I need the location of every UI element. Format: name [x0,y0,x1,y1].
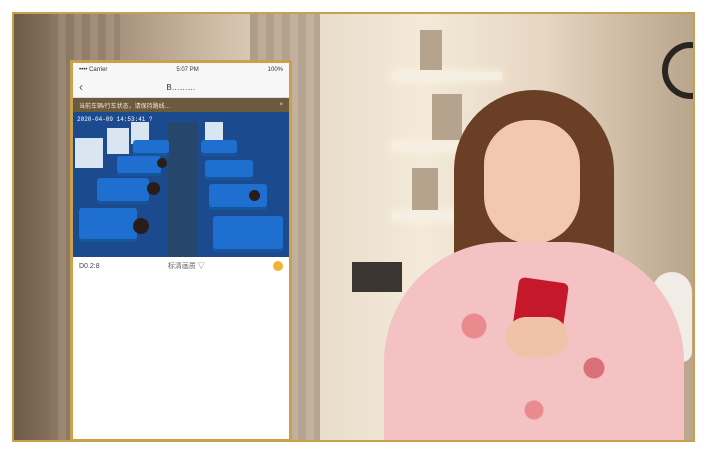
child-passenger [133,218,149,234]
woman-face [484,120,580,244]
shelf-decor [412,168,438,210]
shelf-decor [420,30,442,70]
bus-seat [201,140,237,156]
carrier-label: •••• Carrier [79,67,108,73]
bus-seat [97,178,149,204]
video-timestamp: 2020-04-09 14:53:41 ? [77,116,153,123]
stream-info: D0.2:8 [79,262,100,270]
page-title: B……… [166,82,196,92]
content-area [73,275,289,439]
child-passenger [157,158,167,168]
banner-text: 当前车辆/行车状态，请保持路线… [79,103,171,110]
bus-window [107,128,129,154]
wall-decor [662,42,695,99]
lamp [352,262,402,292]
child-passenger [249,190,260,201]
bus-seat [117,156,161,176]
bus-seat [133,140,169,156]
bus-seat [213,216,283,252]
shelf-decor [432,94,462,140]
close-icon[interactable]: × [279,102,283,108]
woman-hand [506,317,568,357]
notice-banner: 当前车辆/行车状态，请保持路线… × [73,98,289,112]
live-video-feed[interactable]: 2020-04-09 14:53:41 ? [73,112,289,257]
status-time: 5:07 PM [176,67,199,73]
child-passenger [147,182,160,195]
bus-seat [205,160,253,180]
bus-aisle [168,122,198,257]
image-frame: •••• Carrier 5:07 PM 100% ‹ B……… 当前车辆/行车… [0,0,707,454]
quality-selector[interactable]: 标清画质 ▽ [168,261,205,271]
bus-seat [79,208,137,242]
check-circle-icon[interactable] [272,261,283,271]
battery-label: 100% [267,67,283,73]
status-bar: •••• Carrier 5:07 PM 100% [73,63,289,77]
phone-app-screen: •••• Carrier 5:07 PM 100% ‹ B……… 当前车辆/行车… [70,60,292,442]
nav-bar: ‹ B……… [73,77,289,98]
shelf [392,72,502,80]
bus-window [75,138,103,168]
video-controls: D0.2:8 标清画质 ▽ [73,257,289,275]
